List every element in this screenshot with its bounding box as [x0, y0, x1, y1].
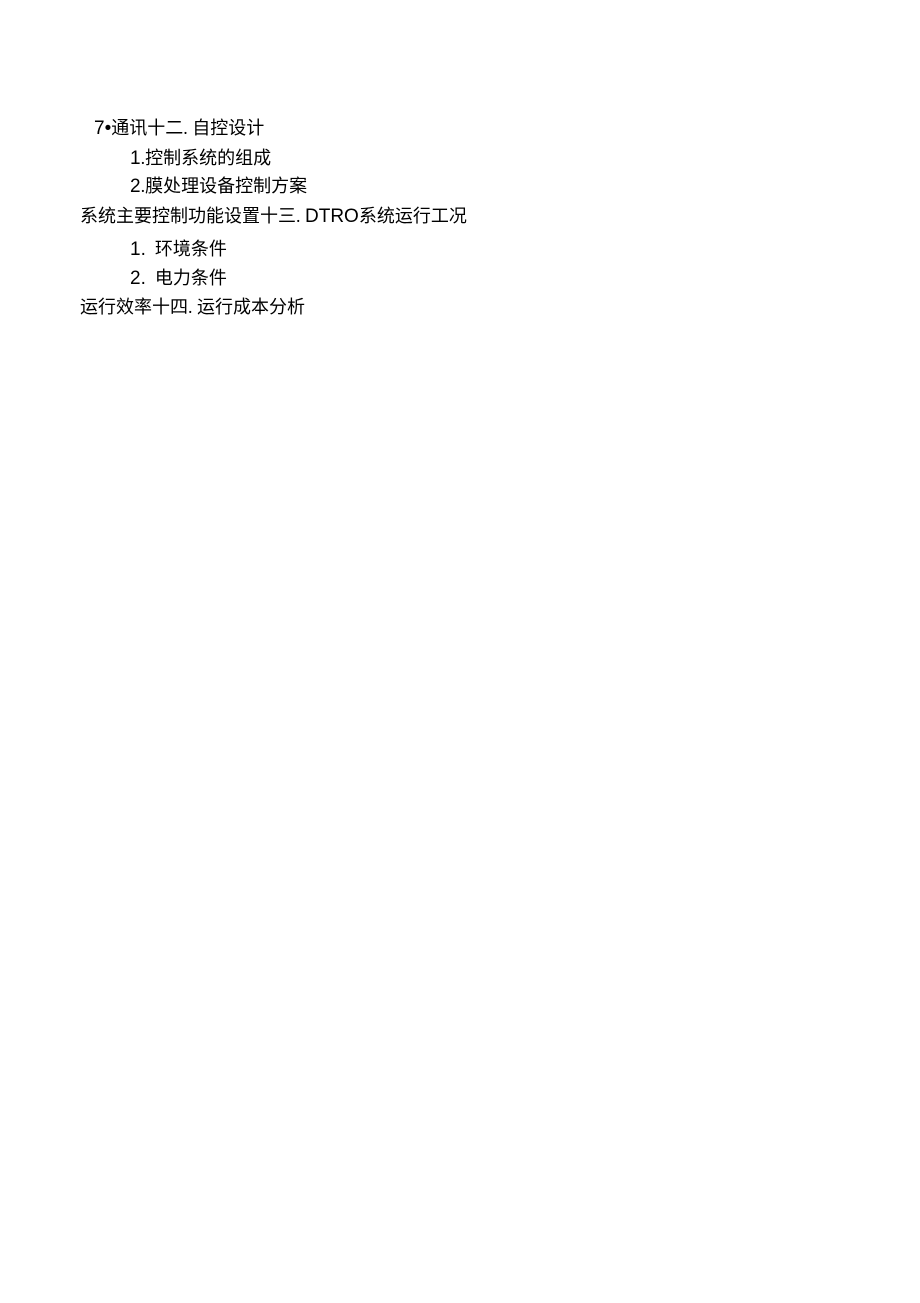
- section-13-heading-line: 系统主要控制功能设置十三. DTRO系统运行工况: [80, 203, 920, 232]
- section-14-heading-line: 运行效率十四. 运行成本分析: [80, 294, 920, 321]
- list-item-text: 环境条件: [155, 239, 227, 259]
- section-14-text: 运行效率十四. 运行成本分析: [80, 297, 305, 317]
- list-item: 2. 电力条件: [94, 266, 920, 293]
- list-item-number: 1: [130, 146, 141, 173]
- list-item: 1. 环境条件: [94, 237, 920, 264]
- section-13-suffix: 系统运行工况: [359, 206, 467, 226]
- list-item: 2 . 膜处理设备控制方案: [94, 174, 920, 201]
- section-7-block: 7•通讯十二. 自控设计 1 . 控制系统的组成 2 . 膜处理设备控制方案 系…: [94, 115, 920, 231]
- list-item-text: 电力条件: [155, 268, 227, 288]
- section-7-heading-text: 通讯十二. 自控设计: [111, 118, 264, 138]
- list-item-text: 控制系统的组成: [145, 148, 271, 168]
- section-7-heading-line: 7•通讯十二. 自控设计: [94, 115, 920, 144]
- list-item: 1 . 控制系统的组成: [94, 146, 920, 173]
- list-item-number: 2.: [130, 266, 146, 293]
- dtro-label: DTRO: [305, 206, 359, 227]
- section-13-prefix: 系统主要控制功能设置十三.: [80, 206, 305, 226]
- list-item-number: 1.: [130, 237, 146, 264]
- section-7-number: 7: [94, 118, 105, 139]
- list-item-text: 膜处理设备控制方案: [145, 176, 307, 196]
- list-item-number: 2: [130, 174, 141, 201]
- section-next-block: 1. 环境条件 2. 电力条件 运行效率十四. 运行成本分析: [94, 237, 920, 321]
